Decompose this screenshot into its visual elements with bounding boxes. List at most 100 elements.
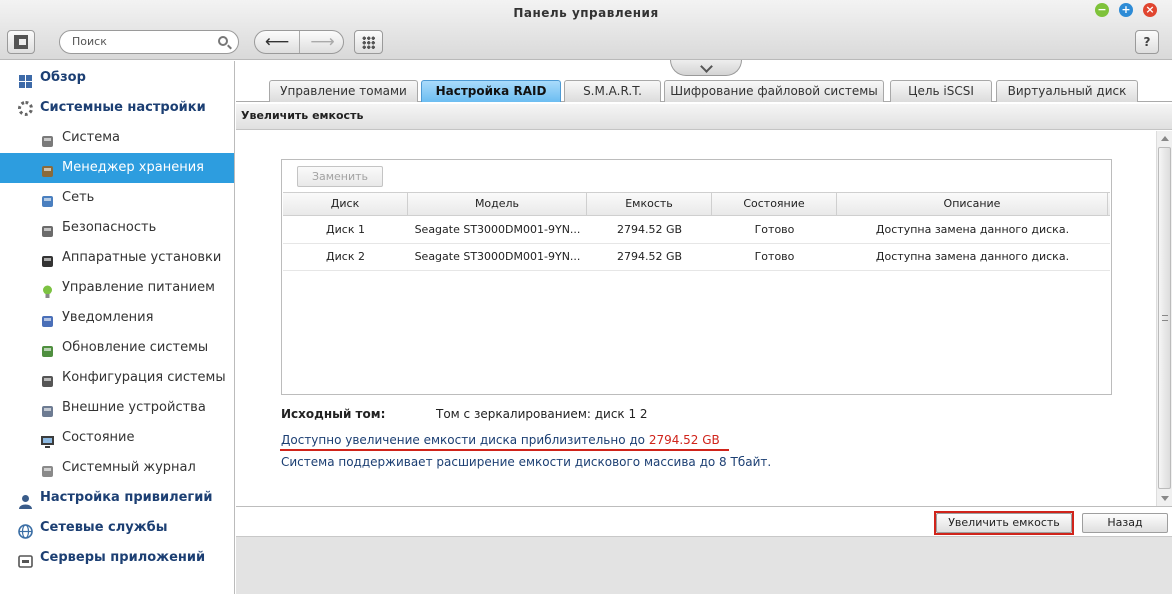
sidebar-item[interactable]: Система <box>0 123 234 153</box>
disk-table-panel: Заменить Диск Модель Емкость Состояние Описа… <box>281 159 1112 395</box>
table-cell-disk: Диск 2 <box>326 250 365 263</box>
highlight-underline <box>280 449 729 451</box>
sidebar-toggle-button[interactable] <box>7 30 35 54</box>
column-header[interactable]: Описание <box>837 193 1108 215</box>
help-button[interactable]: ? <box>1135 30 1159 54</box>
grip-icon <box>1162 315 1168 321</box>
table-header: Диск Модель Емкость Состояние Описание <box>283 192 1110 216</box>
history-nav: ⟵ ⟶ <box>254 30 344 54</box>
scroll-up-icon[interactable] <box>1161 136 1169 141</box>
overview-icon <box>18 71 33 88</box>
sidebar-item[interactable]: Системные настройки <box>0 93 234 123</box>
tab[interactable]: Цель iSCSI <box>890 80 992 102</box>
capacity-available-value: 2794.52 GB <box>648 433 720 447</box>
sidebar-item-label: Уведомления <box>62 310 154 325</box>
sidebar-item[interactable]: Обзор <box>0 63 234 93</box>
column-header[interactable]: Модель <box>408 193 587 215</box>
max-capacity-text: Система поддерживает расширение емкости … <box>281 455 772 469</box>
tab[interactable]: Настройка RAID <box>421 80 561 102</box>
tab-strip: Управление томами Настройка RAID S.M.A.R.T… <box>236 60 1172 102</box>
sidebar-item-label: Система <box>62 130 121 145</box>
column-header[interactable]: Состояние <box>712 193 837 215</box>
lock-icon <box>40 221 55 237</box>
table-row[interactable]: Диск 1 Seagate ST3000DM001-9YN... 2794.52 … <box>283 217 1110 244</box>
user-icon <box>18 491 33 509</box>
sidebar-item[interactable]: Системный журнал <box>0 453 234 483</box>
sidebar-item[interactable]: Обновление системы <box>0 333 234 363</box>
sidebar-item-label: Серверы приложений <box>40 550 206 565</box>
storage-icon <box>40 161 55 177</box>
table-row[interactable]: Диск 2 Seagate ST3000DM001-9YN... 2794.52 … <box>283 244 1110 271</box>
scroll-down-icon[interactable] <box>1161 496 1169 501</box>
server-icon <box>18 551 33 568</box>
power-bulb-icon <box>40 281 55 298</box>
tab[interactable]: Шифрование файловой системы <box>664 80 884 102</box>
replace-button[interactable]: Заменить <box>297 166 383 187</box>
sidebar-item[interactable]: Сеть <box>0 183 234 213</box>
search-input[interactable] <box>72 35 212 48</box>
column-header[interactable]: Емкость <box>587 193 712 215</box>
capacity-available-text: Доступно увеличение емкости диска прибли… <box>281 433 720 447</box>
sidebar-item-label: Аппаратные установки <box>62 250 222 265</box>
sidebar-item[interactable]: Безопасность <box>0 213 234 243</box>
sidebar-item[interactable]: Менеджер хранения <box>0 153 234 183</box>
table-cell-model: Seagate ST3000DM001-9YN... <box>414 223 581 236</box>
close-icon[interactable]: × <box>1143 3 1157 17</box>
tab[interactable]: Виртуальный диск <box>996 80 1138 102</box>
capacity-available-prefix: Доступно увеличение емкости диска прибли… <box>281 433 649 447</box>
minimize-icon[interactable]: − <box>1095 3 1109 17</box>
main-content: Управление томами Настройка RAID S.M.A.R.T… <box>236 60 1172 594</box>
section-header: Увеличить емкость <box>236 104 1172 130</box>
sidebar-item[interactable]: Сетевые службы <box>0 513 234 543</box>
bottom-bar <box>236 536 1172 594</box>
config-icon <box>40 371 55 387</box>
tab[interactable]: Управление томами <box>269 80 418 102</box>
table-cell-capacity: 2794.52 GB <box>616 223 683 236</box>
window-title: Панель управления <box>513 6 659 20</box>
forward-arrow-icon[interactable]: ⟶ <box>300 31 343 53</box>
sidebar-item-label: Обновление системы <box>62 340 209 355</box>
sidebar-toggle-icon <box>14 35 28 49</box>
notification-icon <box>40 311 55 327</box>
table-cell-status: Готово <box>754 223 795 236</box>
table-cell-disk: Диск 1 <box>326 223 365 236</box>
sidebar-item[interactable]: Серверы приложений <box>0 543 234 573</box>
sidebar-item[interactable]: Управление питанием <box>0 273 234 303</box>
vertical-scrollbar[interactable] <box>1156 131 1172 506</box>
log-icon <box>40 461 55 477</box>
back-button[interactable]: Назад <box>1082 513 1168 533</box>
chevron-down-icon <box>699 60 713 73</box>
apps-button[interactable] <box>354 30 383 54</box>
table-cell-status: Готово <box>754 250 795 263</box>
search-box[interactable] <box>59 30 239 54</box>
search-icon[interactable] <box>218 36 228 46</box>
sidebar-item[interactable]: Внешние устройства <box>0 393 234 423</box>
back-arrow-icon[interactable]: ⟵ <box>255 31 300 53</box>
sidebar-item[interactable]: Аппаратные установки <box>0 243 234 273</box>
sidebar-item-label: Сеть <box>62 190 95 205</box>
column-header[interactable]: Диск <box>283 193 408 215</box>
sidebar-item[interactable]: Конфигурация системы <box>0 363 234 393</box>
system-icon <box>40 131 55 147</box>
sidebar-item-label: Конфигурация системы <box>62 370 226 385</box>
sidebar-item-label: Состояние <box>62 430 135 445</box>
collapse-handle[interactable] <box>670 60 742 76</box>
sidebar: Обзор Системные настройки Система Менеджер … <box>0 61 235 594</box>
hardware-icon <box>40 251 55 267</box>
sidebar-item[interactable]: Состояние <box>0 423 234 453</box>
tab[interactable]: S.M.A.R.T. <box>564 80 661 102</box>
table-cell-capacity: 2794.52 GB <box>616 250 683 263</box>
sidebar-item-label: Внешние устройства <box>62 400 206 415</box>
network-icon <box>40 191 55 207</box>
external-device-icon <box>40 401 55 417</box>
scroll-thumb[interactable] <box>1158 147 1171 489</box>
sidebar-item[interactable]: Уведомления <box>0 303 234 333</box>
table-cell-description: Доступна замена данного диска. <box>875 250 1070 263</box>
sidebar-item[interactable]: Настройка привилегий <box>0 483 234 513</box>
expand-capacity-button[interactable]: Увеличить емкость <box>936 513 1072 533</box>
table-cell-model: Seagate ST3000DM001-9YN... <box>414 250 581 263</box>
sidebar-item-label: Системный журнал <box>62 460 196 475</box>
title-bar: Панель управления − + × ⟵ ⟶ ? <box>0 0 1172 60</box>
sidebar-item-label: Безопасность <box>62 220 157 235</box>
maximize-icon[interactable]: + <box>1119 3 1133 17</box>
